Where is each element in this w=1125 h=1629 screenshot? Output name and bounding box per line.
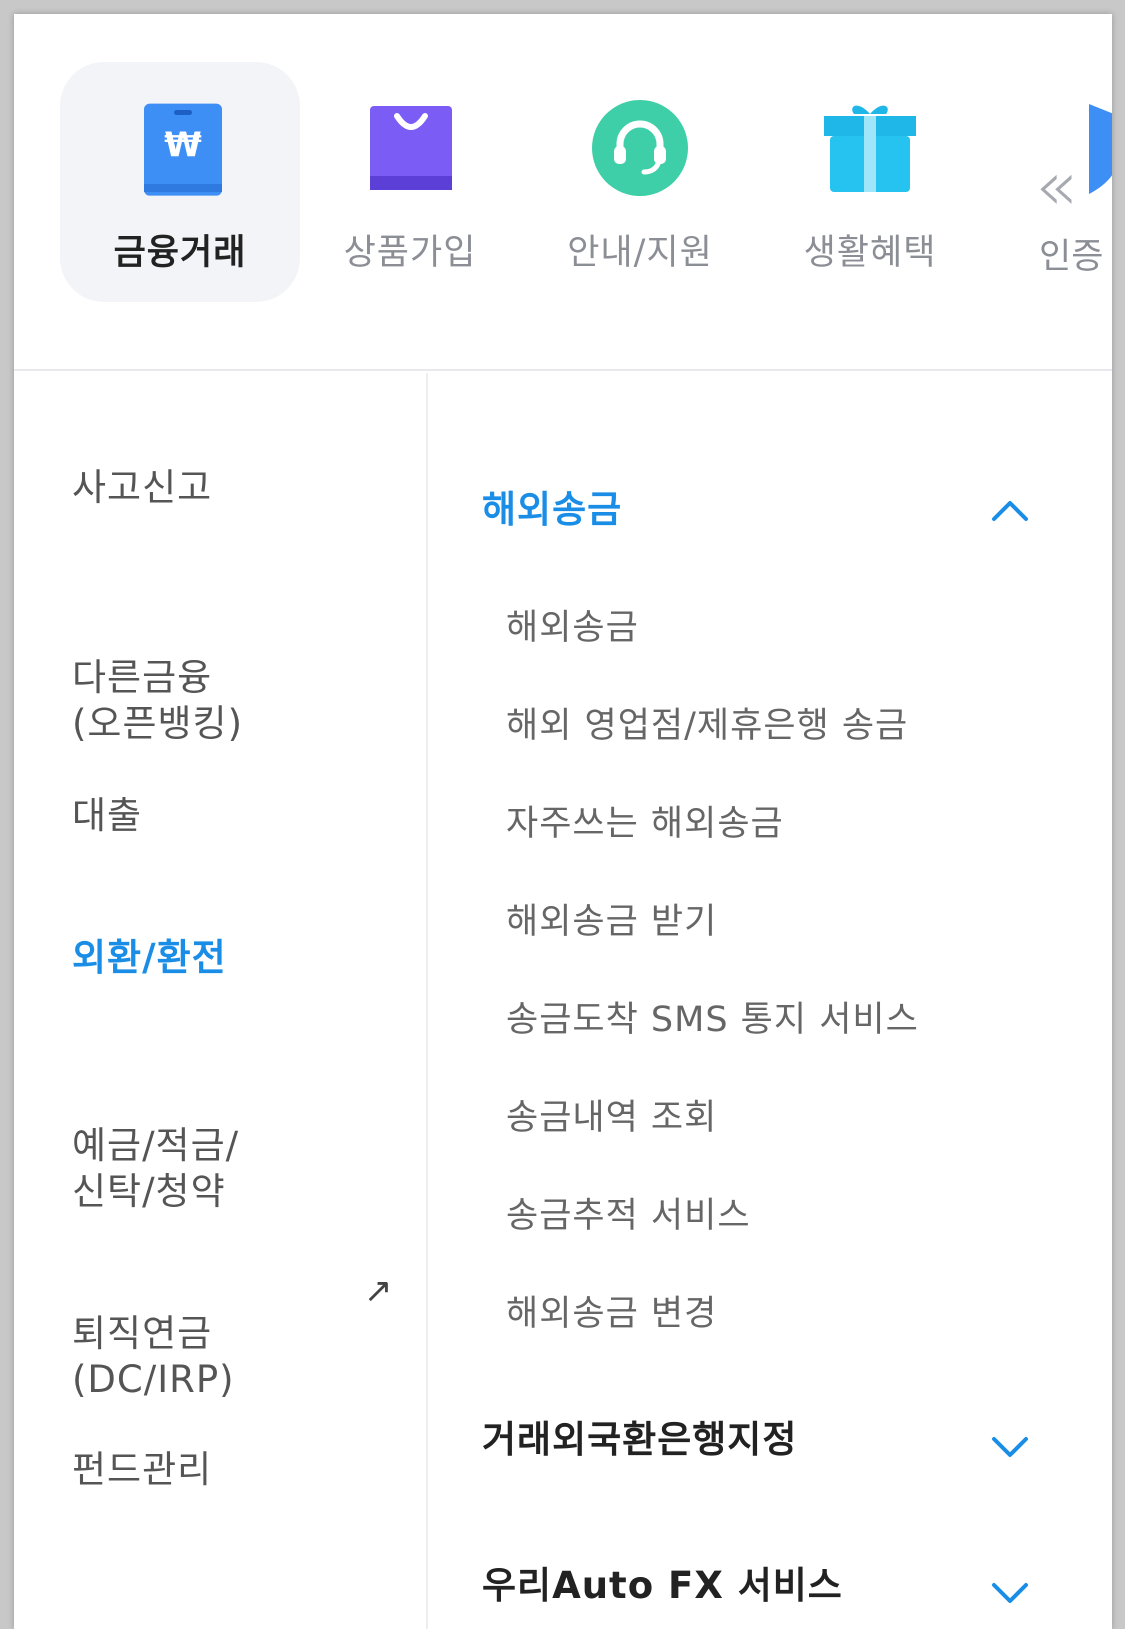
submenu-item-receive-remittance[interactable]: 해외송금 받기: [506, 893, 717, 944]
submenu-item-frequent-remittance[interactable]: 자주쓰는 해외송금: [506, 795, 784, 846]
submenu-item-remittance-history[interactable]: 송금내역 조회: [506, 1089, 717, 1140]
left-menu-item-foreign-exchange[interactable]: 외환/환전: [72, 935, 227, 981]
section-header-auto-fx-service[interactable]: 우리Auto FX 서비스: [482, 1555, 843, 1609]
shopping-bag-icon: [362, 100, 458, 196]
category-label: 안내/지원: [567, 233, 713, 273]
category-label: 금융거래: [113, 233, 247, 273]
svg-text:₩: ₩: [164, 125, 202, 165]
headset-icon: [592, 100, 688, 196]
shield-icon: [1059, 104, 1112, 204]
submenu-item-branch-partner-remittance[interactable]: 해외 영업점/제휴은행 송금: [506, 697, 908, 748]
category-authentication[interactable]: 인증: [1039, 104, 1112, 277]
category-label: 상품가입: [343, 233, 477, 273]
category-life-benefits[interactable]: 생활혜택: [750, 62, 990, 302]
wallet-won-icon: ₩: [132, 100, 228, 196]
chevron-down-icon[interactable]: [990, 1427, 1030, 1467]
submenu-item-overseas-remittance[interactable]: 해외송금: [506, 599, 639, 650]
right-submenu: 해외송금 해외송금 해외 영업점/제휴은행 송금 자주쓰는 해외송금 해외송금 …: [430, 373, 1112, 1629]
left-menu-item-accident-report[interactable]: 사고신고: [72, 465, 212, 511]
chevron-down-icon[interactable]: [990, 1573, 1030, 1613]
category-bar: ₩ 금융거래 상품가입 안내/지원 생활혜택 « 인증: [14, 14, 1112, 371]
left-menu-item-loan[interactable]: 대출: [72, 793, 142, 839]
left-menu-item-deposit-savings[interactable]: 예금/적금/ 신탁/청약: [72, 1077, 239, 1215]
chevron-up-icon[interactable]: [990, 491, 1030, 531]
category-product-signup[interactable]: 상품가입: [290, 62, 530, 302]
left-menu-item-open-banking[interactable]: 다른금융 (오픈뱅킹): [72, 609, 243, 747]
submenu-item-remittance-tracking[interactable]: 송금추적 서비스: [506, 1187, 751, 1238]
section-header-overseas-remittance[interactable]: 해외송금: [482, 479, 622, 533]
category-label: 인증: [1039, 237, 1104, 277]
external-link-icon: ↗: [364, 1271, 393, 1311]
gift-icon: [822, 100, 918, 196]
category-guide-support[interactable]: 안내/지원: [520, 62, 760, 302]
menu-sheet: ₩ 금융거래 상품가입 안내/지원 생활혜택 « 인증 사고신고 다른금융 (오…: [14, 14, 1112, 1629]
left-menu: 사고신고 다른금융 (오픈뱅킹) 대출 외환/환전 예금/적금/ 신탁/청약 퇴…: [14, 373, 428, 1629]
category-financial-transaction[interactable]: ₩ 금융거래: [60, 62, 300, 302]
submenu-item-sms-notification[interactable]: 송금도착 SMS 통지 서비스: [506, 991, 919, 1042]
category-label: 생활혜택: [803, 233, 937, 273]
submenu-item-remittance-change[interactable]: 해외송금 변경: [506, 1285, 717, 1336]
left-menu-item-fund-management[interactable]: 펀드관리: [72, 1447, 212, 1493]
section-header-fx-bank-designation[interactable]: 거래외국환은행지정: [482, 1409, 797, 1463]
left-menu-item-retirement-pension[interactable]: 퇴직연금 (DC/IRP): [72, 1265, 235, 1403]
